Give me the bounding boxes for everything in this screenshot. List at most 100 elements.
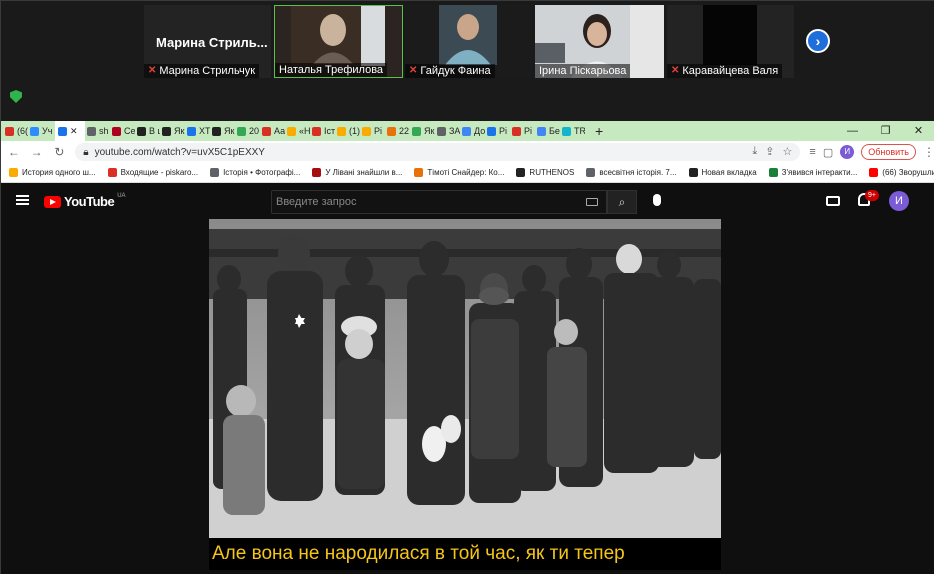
tab-label: Іст — [324, 126, 335, 136]
search-input[interactable]: Введите запрос — [271, 190, 607, 214]
browser-tab[interactable]: Аа — [262, 126, 285, 136]
more-menu-icon[interactable]: ⋮ — [923, 145, 934, 159]
bookmark-item[interactable]: (66) Зворушливо... — [869, 168, 934, 177]
youtube-wordmark: YouTube — [64, 194, 115, 209]
tab-label: 20 — [249, 126, 260, 136]
close-window-icon[interactable]: ✕ — [902, 121, 934, 141]
address-bar[interactable]: 🔒︎ youtube.com/watch?v=uvX5C1pEXXY ⤓ ⇪ ☆ — [75, 143, 801, 161]
create-video-icon[interactable] — [826, 196, 840, 206]
youtube-logo[interactable]: YouTube UA — [44, 192, 126, 209]
screen: Марина Стриль... ✕ Марина Стрильчук Ната… — [0, 0, 934, 574]
bookmark-favicon-icon — [9, 168, 18, 177]
profile-avatar[interactable]: И — [840, 145, 855, 159]
search-icon[interactable]: ⌕ — [607, 190, 637, 214]
browser-tab[interactable]: TR — [562, 126, 585, 136]
web-icon — [112, 126, 121, 136]
participant-tile-1[interactable]: Марина Стриль... ✕ Марина Стрильчук — [144, 5, 271, 78]
browser-tab[interactable]: Рі — [512, 126, 535, 136]
tab-label: Як — [174, 126, 185, 136]
search-placeholder: Введите запрос — [276, 196, 357, 208]
web-icon — [262, 126, 271, 136]
voice-search-icon[interactable] — [653, 194, 661, 206]
browser-tab[interactable]: (1) — [337, 126, 360, 136]
browser-tab[interactable]: «Н — [287, 126, 310, 136]
browser-tab[interactable]: ХТ — [187, 126, 210, 136]
youtube-header: YouTube UA Введите запрос ⌕ 9+ И — [1, 183, 934, 219]
bookmark-item[interactable]: История одного ш... — [9, 168, 96, 177]
bookmark-item[interactable]: Тімоті Снайдер: Ко... — [414, 168, 504, 177]
google-icon — [537, 126, 546, 136]
update-button[interactable]: Обновить — [861, 144, 916, 160]
bookmark-item[interactable]: Історія • Фотографі... — [210, 168, 300, 177]
tab-label: Рі — [499, 126, 508, 136]
browser-tab[interactable]: Іст — [312, 126, 335, 136]
bookmark-item[interactable]: всесвітня історія. 7... — [586, 168, 677, 177]
browser-tab[interactable]: ЗА — [437, 126, 460, 136]
browser-tab[interactable]: (6( — [5, 126, 28, 136]
bookmark-item[interactable]: Новая вкладка — [688, 168, 757, 177]
forward-icon[interactable]: → — [30, 145, 44, 159]
bookmark-label: Історія • Фотографі... — [223, 168, 301, 177]
minimize-icon[interactable]: — — [836, 121, 869, 141]
participant-label: Марина Стрильчук — [159, 65, 256, 77]
video-frame — [209, 219, 721, 570]
gmail-icon — [5, 126, 14, 136]
bookmark-item[interactable]: У Лівані знайшли в... — [312, 168, 402, 177]
browser-tab[interactable]: В ц — [137, 126, 160, 136]
browser-tab[interactable]: 20 — [237, 126, 260, 136]
participant-tile-4[interactable]: Ірина Піскарьова — [535, 5, 664, 78]
browser-tab[interactable]: ✕ — [55, 121, 85, 141]
browser-tab[interactable]: До — [462, 126, 485, 136]
tab-label: (1) — [349, 126, 360, 136]
bookmark-item[interactable]: З'явився інтеракти... — [768, 168, 857, 177]
share-icon[interactable]: ⇪ — [765, 145, 774, 158]
browser-tab[interactable]: Як — [212, 126, 235, 136]
bookmark-favicon-icon — [516, 168, 526, 177]
region-code: UA — [117, 192, 126, 199]
new-tab-button[interactable]: + — [595, 123, 603, 139]
browser-tab[interactable]: Як — [162, 126, 185, 136]
tab-label: Рі — [374, 126, 383, 136]
mic-muted-icon: ✕ — [148, 65, 157, 76]
browser-tab[interactable]: Уч — [30, 126, 53, 136]
window-controls: — ❐ ✕ — [836, 121, 934, 141]
account-avatar[interactable]: И — [889, 191, 909, 211]
menu-icon[interactable] — [16, 195, 29, 205]
browser-tab[interactable]: Рі — [487, 126, 510, 136]
shield-check-icon[interactable] — [10, 90, 22, 103]
tab-label: Як — [424, 126, 435, 136]
browser-tab[interactable]: Се — [112, 126, 135, 136]
browser-window: (6(Уч ✕ sh Се В ц Як ХТ Як 20 Аа «Н Іст (1) Рі 22 Як ЗА Д… — [1, 121, 934, 183]
bookmark-favicon-icon — [768, 168, 778, 177]
close-tab-icon[interactable]: ✕ — [70, 126, 78, 137]
maximize-icon[interactable]: ❐ — [869, 121, 902, 141]
bookmark-star-icon[interactable]: ☆ — [783, 145, 793, 158]
reading-list-icon[interactable]: ≡ — [809, 146, 815, 158]
install-icon[interactable]: ⤓ — [752, 145, 757, 158]
keyboard-icon[interactable] — [586, 198, 598, 206]
browser-tab[interactable]: Як — [412, 126, 435, 136]
google-icon — [462, 126, 471, 136]
reload-icon[interactable]: ↻ — [53, 145, 67, 159]
chevron-right-icon[interactable]: › — [806, 29, 830, 53]
browser-tab[interactable]: sh — [87, 126, 110, 136]
web-icon — [212, 126, 221, 136]
back-icon[interactable]: ← — [7, 145, 21, 159]
browser-tab[interactable]: Бе — [537, 126, 560, 136]
participant-tile-5[interactable]: ✕ Каравайцева Валя — [667, 5, 794, 78]
web-icon — [387, 126, 396, 136]
bookmark-item[interactable]: RUTHENOS — [516, 168, 574, 177]
participant-tile-2[interactable]: Наталья Трефилова — [274, 5, 403, 78]
bookmarks-bar: История одного ш... Входящие - piskaro...… — [1, 163, 934, 183]
video-player[interactable]: Але вона не народилася в той час, як ти … — [209, 219, 721, 570]
tab-label: До — [474, 126, 485, 136]
tab-search-icon[interactable]: ▢ — [823, 146, 833, 159]
web-icon — [187, 126, 196, 136]
browser-tab[interactable]: 22 — [387, 126, 410, 136]
mic-muted-icon: ✕ — [671, 65, 680, 76]
browser-tab[interactable]: Рі — [362, 126, 385, 136]
participant-tile-3[interactable]: ✕ Гайдук Фаина — [405, 5, 532, 78]
tab-label: «Н — [299, 126, 310, 136]
tab-label: ЗА — [449, 126, 460, 136]
bookmark-item[interactable]: Входящие - piskaro... — [107, 168, 198, 177]
